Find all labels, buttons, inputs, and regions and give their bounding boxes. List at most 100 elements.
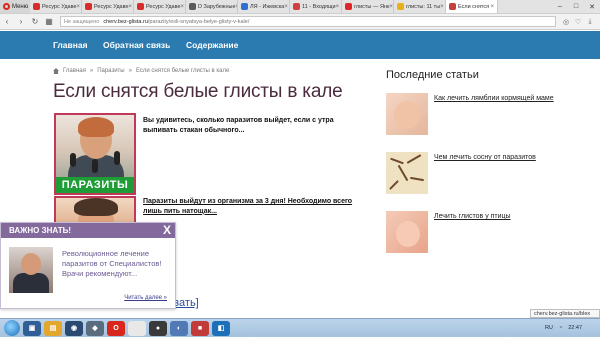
taskbar-app-icon[interactable] bbox=[128, 320, 146, 336]
reload-icon[interactable]: ↻ bbox=[28, 17, 42, 26]
taskbar-opera-icon[interactable]: O bbox=[107, 320, 125, 336]
url-host: cherv.bez-glista.ru bbox=[103, 18, 148, 25]
browser-tab[interactable]: глисты — Янк × bbox=[342, 0, 394, 13]
favicon-icon bbox=[189, 3, 196, 10]
microphone-icon bbox=[70, 153, 76, 167]
bookmark-heart-icon[interactable]: ♡ bbox=[572, 18, 584, 26]
browser-tab[interactable]: Ресурс Удаве × bbox=[82, 0, 134, 13]
person-shoulders bbox=[13, 273, 49, 293]
close-tab-icon[interactable]: × bbox=[129, 4, 133, 10]
person-face bbox=[21, 253, 41, 275]
taskbar-steam-icon[interactable]: ◉ bbox=[65, 320, 83, 336]
nav-item-feedback[interactable]: Обратная связь bbox=[103, 40, 170, 50]
close-tab-icon[interactable]: × bbox=[336, 4, 340, 10]
address-bar: ‹ › ↻ ▦ Не защищено cherv.bez-glista.ru /… bbox=[0, 14, 600, 30]
close-tab-icon[interactable]: × bbox=[77, 4, 81, 10]
favicon-icon bbox=[293, 3, 300, 10]
back-icon[interactable]: ‹ bbox=[0, 17, 14, 26]
read-more-link[interactable]: Читать далее » bbox=[124, 295, 167, 301]
forward-icon[interactable]: › bbox=[14, 17, 28, 26]
worm-shape bbox=[406, 154, 422, 164]
language-indicator[interactable]: RU bbox=[545, 325, 553, 331]
browser-tab[interactable]: 11 - Входящи × bbox=[290, 0, 342, 13]
favicon-icon bbox=[137, 3, 144, 10]
tab-label: ЛЯ - Ижевска bbox=[250, 3, 285, 10]
close-tab-icon[interactable]: × bbox=[181, 4, 185, 10]
article-thumbnail[interactable] bbox=[386, 93, 428, 135]
promo-link[interactable]: Паразиты выйдут из организма за 3 дня! Н… bbox=[143, 197, 368, 216]
close-window-icon[interactable]: ✕ bbox=[584, 0, 600, 13]
promo-text[interactable]: Вы удивитесь, сколько паразитов выйдет, … bbox=[143, 116, 368, 135]
taskbar-explorer-icon[interactable]: ▣ bbox=[23, 320, 41, 336]
worm-shape bbox=[390, 157, 404, 165]
snapshot-icon[interactable]: ◎ bbox=[560, 18, 572, 26]
worm-shape bbox=[409, 176, 425, 182]
close-tab-icon[interactable]: × bbox=[440, 4, 444, 10]
tab-label: Ресурс Удаве bbox=[94, 3, 129, 10]
download-icon[interactable]: ⤓ bbox=[584, 18, 596, 26]
tab-label: глисты — Янк bbox=[354, 3, 390, 10]
article-thumbnail[interactable] bbox=[386, 211, 428, 253]
favicon-icon bbox=[397, 3, 404, 10]
sidebar-article-link[interactable]: Лечить глистов у птицы bbox=[434, 212, 574, 221]
page-title: Если снятся белые глисты в кале bbox=[53, 81, 343, 102]
taskbar-app-icon[interactable]: ● bbox=[149, 320, 167, 336]
close-tab-icon[interactable]: × bbox=[389, 4, 393, 10]
favicon-icon bbox=[85, 3, 92, 10]
close-tab-icon[interactable]: × bbox=[490, 4, 494, 10]
promo-label: ПАРАЗИТЫ bbox=[56, 177, 134, 193]
site-navigation: Главная Обратная связь Содержание bbox=[0, 31, 600, 59]
speed-dial-icon[interactable]: ▦ bbox=[42, 17, 56, 26]
promo-image[interactable]: ПАРАЗИТЫ bbox=[54, 113, 136, 195]
popup-photo[interactable] bbox=[9, 247, 53, 293]
taskbar-app-icon[interactable]: ◐ bbox=[170, 320, 188, 336]
url-input[interactable]: Не защищено cherv.bez-glista.ru/parazity… bbox=[60, 16, 556, 27]
browser-tab[interactable]: ЛЯ - Ижевска × bbox=[238, 0, 290, 13]
sidebar-article[interactable]: Лечить глистов у птицы bbox=[386, 211, 586, 253]
browser-tab[interactable]: Ресурс Удаве × bbox=[30, 0, 82, 13]
sidebar-article-link[interactable]: Как лечить лямблии кормящей маме bbox=[434, 94, 574, 103]
popup-header: ВАЖНО ЗНАТЬ! X bbox=[1, 223, 175, 238]
sidebar-article[interactable]: Как лечить лямблии кормящей маме bbox=[386, 93, 586, 135]
volume-icon[interactable]: ◔ bbox=[559, 325, 562, 331]
taskbar-app-icon[interactable]: ◆ bbox=[86, 320, 104, 336]
popup-title: ВАЖНО ЗНАТЬ! bbox=[9, 226, 72, 235]
taskbar-folder-icon[interactable]: ▤ bbox=[44, 320, 62, 336]
tab-label: Ресурс Удаве bbox=[146, 3, 181, 10]
tab-label: глисты: 11 ты bbox=[406, 3, 441, 10]
sidebar-article[interactable]: Чем лечить сосну от паразитов bbox=[386, 152, 586, 194]
tab-label: Ресурс Удаве bbox=[42, 3, 77, 10]
breadcrumb-separator: » bbox=[128, 68, 132, 74]
worm-shape bbox=[397, 164, 409, 182]
window-controls: – □ ✕ bbox=[552, 0, 600, 13]
browser-menu-button[interactable]: Меню bbox=[0, 0, 30, 13]
browser-tab[interactable]: Ресурс Удаве × bbox=[134, 0, 186, 13]
article-thumbnail[interactable] bbox=[386, 152, 428, 194]
close-icon[interactable]: X bbox=[163, 223, 171, 238]
nav-item-contents[interactable]: Содержание bbox=[186, 40, 238, 50]
breadcrumb-home[interactable]: Главная bbox=[63, 68, 86, 74]
favicon-icon bbox=[241, 3, 248, 10]
breadcrumb-separator: » bbox=[89, 68, 94, 74]
maximize-icon[interactable]: □ bbox=[568, 0, 584, 13]
woman-hair bbox=[74, 198, 118, 216]
taskbar-app-icon[interactable]: ◧ bbox=[212, 320, 230, 336]
worm-shape bbox=[389, 180, 399, 190]
browser-tab[interactable]: D Зарубежные× bbox=[186, 0, 238, 13]
nav-item-home[interactable]: Главная bbox=[53, 40, 88, 50]
clock[interactable]: 22:47 bbox=[568, 325, 582, 331]
sidebar-article-link[interactable]: Чем лечить сосну от паразитов bbox=[434, 153, 574, 162]
browser-tab[interactable]: глисты: 11 ты × bbox=[394, 0, 446, 13]
breadcrumb-section[interactable]: Паразиты bbox=[97, 68, 124, 74]
home-icon bbox=[53, 68, 59, 74]
status-url: cherv.bez-glista.ru/blex bbox=[530, 309, 600, 318]
baby-face bbox=[396, 221, 420, 247]
browser-tab-active[interactable]: Если снятся × bbox=[446, 0, 498, 13]
start-button-icon[interactable] bbox=[4, 320, 20, 336]
popup-text[interactable]: Революционное лечение паразитов от Специ… bbox=[62, 249, 172, 279]
opera-logo-icon bbox=[3, 3, 10, 10]
taskbar-app-icon[interactable]: ■ bbox=[191, 320, 209, 336]
security-warning[interactable]: Не защищено bbox=[64, 19, 99, 25]
minimize-icon[interactable]: – bbox=[552, 0, 568, 13]
close-tab-icon[interactable]: × bbox=[284, 4, 288, 10]
